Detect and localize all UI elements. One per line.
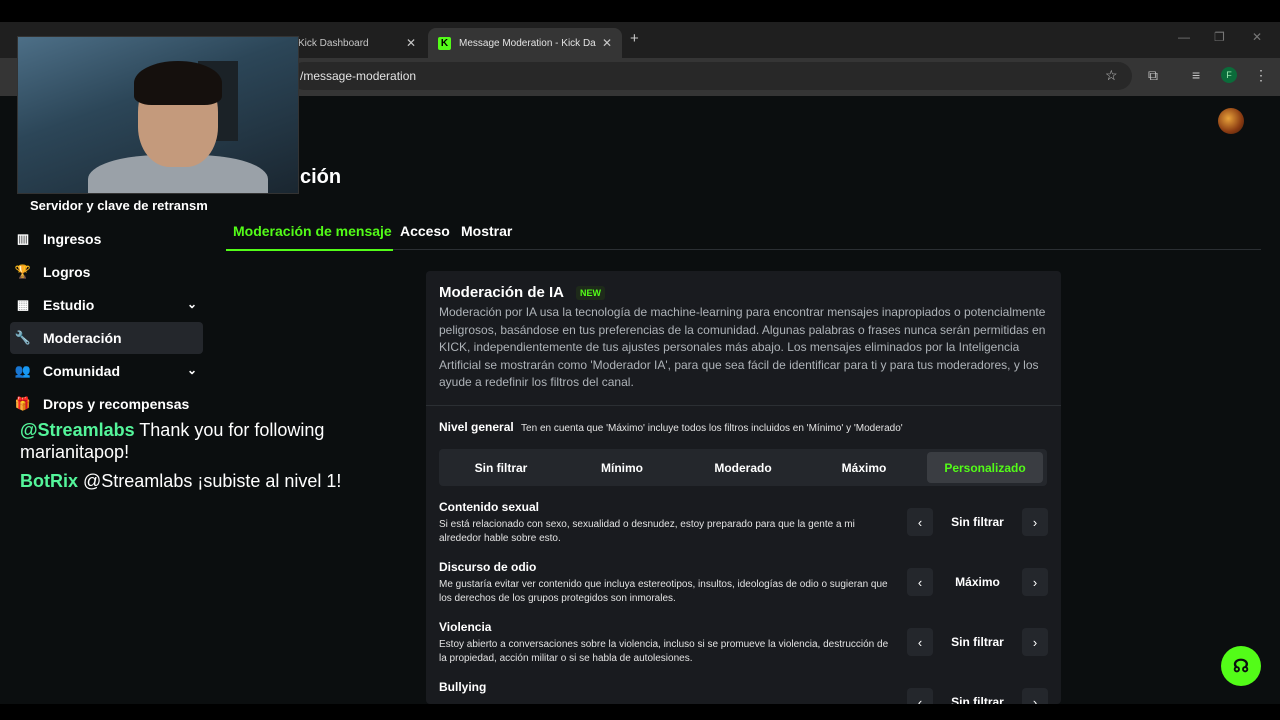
- chart-icon: ▥: [16, 231, 30, 246]
- category-stepper: ‹ Máximo ›: [907, 568, 1048, 596]
- media-control-icon[interactable]: ≡: [1192, 67, 1200, 83]
- sidebar-item-server-key[interactable]: Servidor y clave de retransm: [30, 198, 215, 213]
- chevron-down-icon[interactable]: ⌄: [187, 297, 197, 311]
- chevron-left-icon[interactable]: ‹: [907, 568, 933, 596]
- general-level-note: Ten en cuenta que 'Máximo' incluye todos…: [521, 423, 903, 434]
- category-stepper: ‹ Sin filtrar ›: [907, 508, 1048, 536]
- category-value: Máximo: [955, 575, 1000, 589]
- level-minimo[interactable]: Mínimo: [564, 452, 680, 483]
- chat-username: BotRix: [20, 471, 78, 491]
- sidebar-item-drops[interactable]: 🎁 Drops y recompensas: [10, 388, 203, 420]
- chat-text: @Streamlabs ¡subiste al nivel 1!: [83, 471, 342, 491]
- url-field[interactable]: [290, 62, 1132, 90]
- active-tab-underline: [226, 249, 393, 251]
- community-icon: 👥: [14, 363, 32, 378]
- support-chat-icon[interactable]: ☊: [1221, 646, 1261, 686]
- studio-icon: ▦: [16, 297, 30, 312]
- general-level-title: Nivel general: [439, 420, 514, 434]
- profile-avatar[interactable]: F: [1221, 67, 1237, 83]
- level-moderado[interactable]: Moderado: [685, 452, 801, 483]
- sidebar-item-label: Estudio: [43, 297, 95, 313]
- tab-label: Message Moderation - Kick Das: [459, 37, 596, 49]
- webcam-person-hair: [134, 61, 222, 105]
- chat-overlay-message: BotRix @Streamlabs ¡subiste al nivel 1!: [20, 470, 341, 492]
- gift-icon: 🎁: [14, 396, 32, 411]
- divider: [426, 405, 1061, 406]
- webcam-overlay: [17, 36, 299, 194]
- tab-label: Kick Dashboard: [298, 37, 369, 49]
- screen-bottom-edge: [0, 704, 1280, 720]
- browser-menu-icon[interactable]: ⋮: [1254, 67, 1268, 84]
- general-level-label: Nivel general Ten en cuenta que 'Máximo'…: [439, 420, 903, 434]
- chevron-left-icon[interactable]: ‹: [907, 628, 933, 656]
- sidebar-item-logros[interactable]: 🏆 Logros: [10, 256, 203, 288]
- trophy-icon: 🏆: [14, 264, 32, 279]
- level-maximo[interactable]: Máximo: [806, 452, 922, 483]
- category-stepper: ‹ Sin filtrar ›: [907, 688, 1048, 704]
- sidebar-item-label: Moderación: [43, 330, 122, 346]
- page-title: ción: [300, 166, 342, 188]
- category-title: Bullying: [439, 680, 487, 694]
- sidebar-item-estudio[interactable]: ▦ Estudio ⌄: [10, 289, 203, 321]
- category-value: Sin filtrar: [951, 635, 1004, 649]
- kick-favicon-icon: K: [438, 36, 451, 50]
- chevron-left-icon[interactable]: ‹: [907, 688, 933, 704]
- tab-acceso[interactable]: Acceso: [393, 220, 457, 242]
- bookmark-star-icon[interactable]: ☆: [1105, 67, 1118, 84]
- category-description: Estoy abierto a conversaciones sobre la …: [439, 639, 889, 664]
- category-title: Discurso de odio: [439, 560, 537, 574]
- category-title: Contenido sexual: [439, 500, 540, 514]
- chat-text-continued: marianitapop!: [20, 442, 130, 462]
- new-badge: NEW: [576, 286, 605, 300]
- chevron-down-icon[interactable]: ⌄: [187, 363, 197, 377]
- level-selector: Sin filtrar Mínimo Moderado Máximo Perso…: [439, 449, 1047, 486]
- new-tab-button[interactable]: +: [630, 30, 639, 47]
- category-value: Sin filtrar: [951, 515, 1004, 529]
- chevron-left-icon[interactable]: ‹: [907, 508, 933, 536]
- ai-moderation-card: Moderación de IA NEW Moderación por IA u…: [426, 271, 1061, 704]
- close-icon[interactable]: ✕: [406, 36, 416, 50]
- sidebar-item-label: Logros: [43, 264, 91, 280]
- wrench-icon: 🔧: [14, 330, 32, 345]
- user-avatar[interactable]: [1218, 108, 1244, 134]
- category-stepper: ‹ Sin filtrar ›: [907, 628, 1048, 656]
- restore-icon[interactable]: ❐: [1214, 30, 1225, 44]
- sidebar-item-moderacion[interactable]: 🔧 Moderación: [10, 322, 203, 354]
- tab-moderacion-de-mensaje[interactable]: Moderación de mensaje: [226, 220, 399, 242]
- category-title: Violencia: [439, 620, 492, 634]
- chevron-right-icon[interactable]: ›: [1022, 688, 1048, 704]
- chat-overlay-message: @Streamlabs Thank you for following mari…: [20, 419, 324, 463]
- window-close-icon[interactable]: ✕: [1252, 30, 1262, 44]
- sidebar-item-label: Comunidad: [43, 363, 120, 379]
- card-description: Moderación por IA usa la tecnología de m…: [439, 305, 1046, 389]
- minimize-icon[interactable]: —: [1178, 30, 1190, 44]
- url-text[interactable]: /message-moderation: [300, 69, 416, 83]
- screen-top-edge: [0, 0, 1280, 22]
- level-personalizado[interactable]: Personalizado: [927, 452, 1043, 483]
- category-description: Si está relacionado con sexo, sexualidad…: [439, 519, 855, 544]
- extensions-icon[interactable]: ⧉: [1148, 67, 1158, 84]
- chat-text: Thank you for following: [139, 420, 325, 440]
- chevron-right-icon[interactable]: ›: [1022, 568, 1048, 596]
- browser-tab-message-moderation[interactable]: K Message Moderation - Kick Das ✕: [428, 28, 622, 58]
- sidebar-item-label: Drops y recompensas: [43, 396, 190, 412]
- category-value: Sin filtrar: [951, 695, 1004, 704]
- tab-mostrar[interactable]: Mostrar: [454, 220, 519, 242]
- chevron-right-icon[interactable]: ›: [1022, 628, 1048, 656]
- category-description: Me gustaría evitar ver contenido que inc…: [439, 579, 888, 604]
- sidebar-item-label: Ingresos: [43, 231, 102, 247]
- browser-tab-kick-dashboard[interactable]: Kick Dashboard ✕: [288, 28, 426, 58]
- close-icon[interactable]: ✕: [602, 36, 612, 50]
- card-title: Moderación de IA: [439, 284, 565, 301]
- chat-username: @Streamlabs: [20, 420, 135, 440]
- chevron-right-icon[interactable]: ›: [1022, 508, 1048, 536]
- level-sin-filtrar[interactable]: Sin filtrar: [443, 452, 559, 483]
- sidebar-item-ingresos[interactable]: ▥ Ingresos: [10, 223, 203, 255]
- sidebar-item-comunidad[interactable]: 👥 Comunidad ⌄: [10, 355, 203, 387]
